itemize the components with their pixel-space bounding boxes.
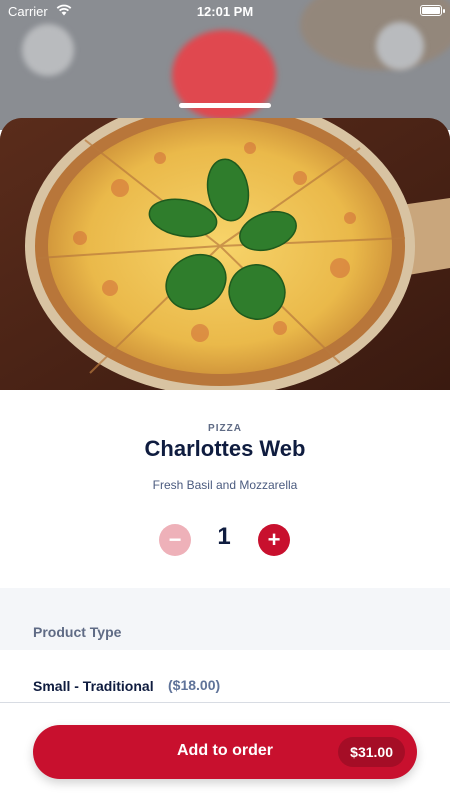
product-category: PIZZA — [208, 423, 242, 434]
product-type-option-name[interactable]: Small - Traditional — [33, 678, 154, 694]
bottom-bar: Add to order $31.00 — [0, 702, 450, 800]
order-total-badge: $31.00 — [338, 737, 405, 767]
add-to-order-button[interactable]: Add to order $31.00 — [33, 725, 417, 779]
product-type-section-header — [0, 588, 450, 650]
sheet-grabber-handle[interactable] — [179, 103, 271, 108]
product-type-option-price: ($18.00) — [168, 677, 221, 693]
background-back-button — [22, 24, 74, 76]
product-title: Charlottes Web — [144, 436, 306, 461]
battery-icon — [420, 5, 445, 16]
background-cart-button — [376, 22, 424, 70]
decrease-quantity-button[interactable]: − — [159, 524, 191, 556]
product-description: Fresh Basil and Mozzarella — [152, 478, 298, 492]
status-bar: Carrier 12:01 PM — [0, 0, 450, 22]
status-time: 12:01 PM — [196, 4, 254, 19]
pizza-photo-icon — [0, 118, 450, 390]
increase-quantity-button[interactable]: + — [258, 524, 290, 556]
quantity-value: 1 — [217, 523, 231, 550]
product-sheet: PIZZA Charlottes Web Fresh Basil and Moz… — [0, 118, 450, 800]
product-type-title: Product Type — [33, 624, 122, 640]
product-image — [0, 118, 450, 390]
